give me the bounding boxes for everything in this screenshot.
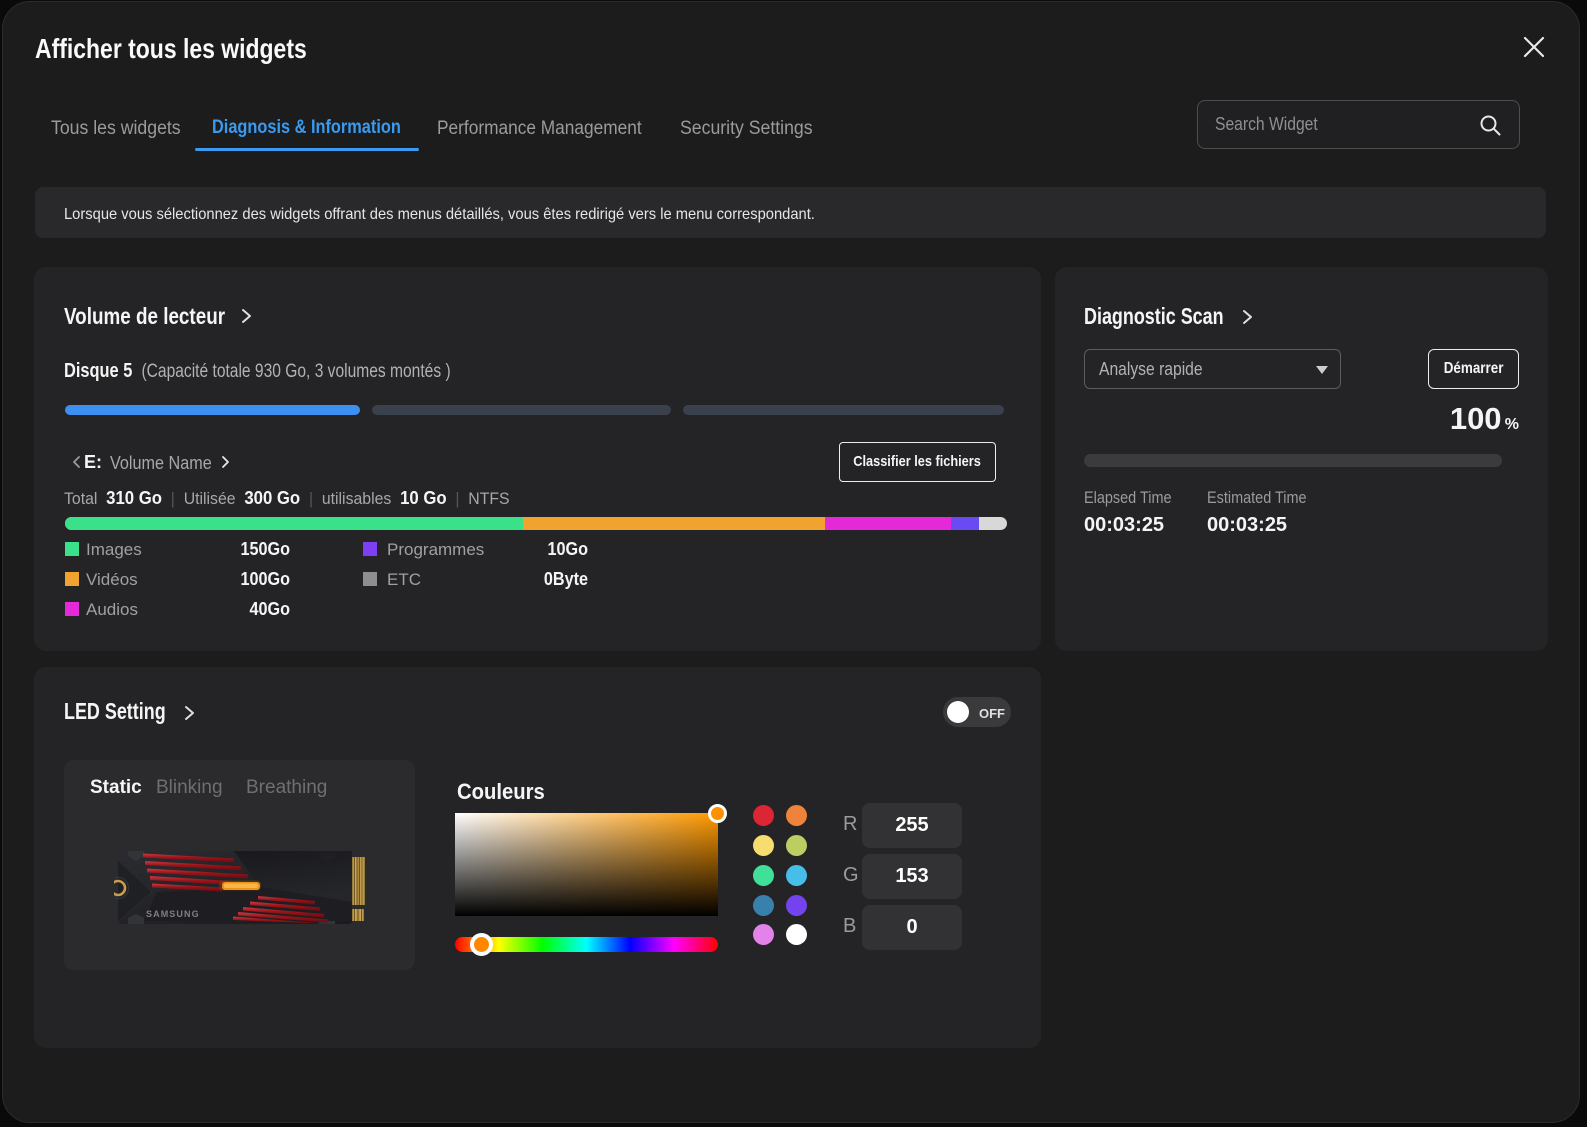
svg-text:SAMSUNG: SAMSUNG [146,909,200,919]
